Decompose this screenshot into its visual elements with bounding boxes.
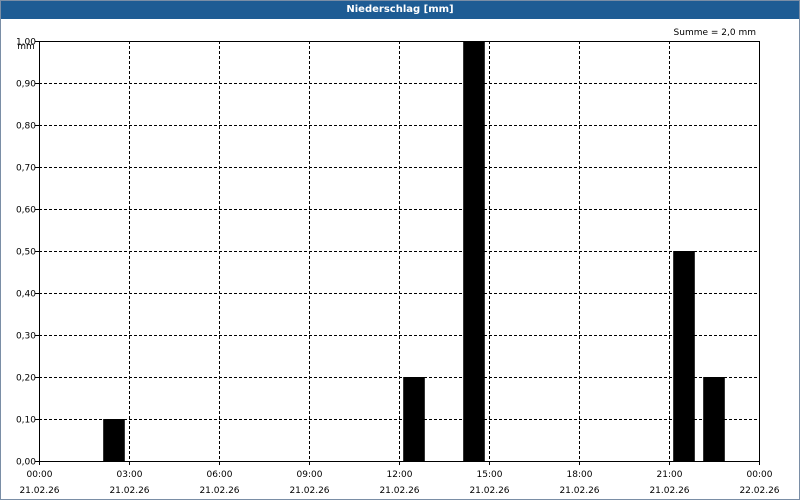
y-tick-label: 0,80 — [16, 122, 36, 132]
y-tick-label: 0,30 — [16, 332, 36, 342]
y-axis-unit-label: mm — [17, 42, 35, 52]
axes — [35, 41, 760, 465]
chart-window: Niederschlag [mm] 0,00 0,10 0,20 0,30 0,40 0,… — [0, 0, 800, 500]
x-tick-time-label: 06:00 — [207, 470, 233, 480]
x-tick-time-label: 12:00 — [387, 470, 413, 480]
x-tick-date-label: 21.02.26 — [199, 486, 239, 496]
precipitation-bar — [103, 419, 125, 461]
y-tick-label: 0,90 — [16, 80, 36, 90]
sum-annotation: Summe = 2,0 mm — [674, 28, 756, 38]
x-tick-time-label: 09:00 — [297, 470, 323, 480]
precipitation-bar — [463, 41, 485, 461]
axis-labels: 0,00 0,10 0,20 0,30 0,40 0,50 0,60 0,70 0,80 0,90… — [16, 38, 780, 497]
y-tick-label: 0,60 — [16, 206, 36, 216]
x-tick-date-label: 21.02.26 — [109, 486, 149, 496]
x-tick-date-label: 21.02.26 — [19, 486, 59, 496]
y-tick-label: 0,10 — [16, 416, 36, 426]
x-tick-date-label: 21.02.26 — [649, 486, 689, 496]
x-tick-time-label: 00:00 — [27, 470, 53, 480]
x-tick-date-label: 21.02.26 — [379, 486, 419, 496]
y-tick-label: 0,00 — [16, 458, 36, 468]
y-tick-label: 0,50 — [16, 248, 36, 258]
precipitation-bar — [673, 251, 695, 461]
x-tick-time-label: 03:00 — [117, 470, 143, 480]
y-tick-label: 0,20 — [16, 374, 36, 384]
x-tick-date-label: 21.02.26 — [469, 486, 509, 496]
x-tick-time-label: 21:00 — [657, 470, 683, 480]
grid-lines — [39, 41, 759, 461]
x-tick-date-label: 22.02.26 — [739, 486, 779, 496]
precipitation-chart: 0,00 0,10 0,20 0,30 0,40 0,50 0,60 0,70 0,80 0,90… — [16, 28, 780, 497]
precipitation-bar — [403, 377, 425, 461]
x-tick-date-label: 21.02.26 — [289, 486, 329, 496]
x-tick-time-label: 18:00 — [567, 470, 593, 480]
x-tick-time-label: 00:00 — [747, 470, 773, 480]
y-tick-label: 0,70 — [16, 164, 36, 174]
precipitation-bar — [703, 377, 725, 461]
x-tick-time-label: 15:00 — [477, 470, 503, 480]
y-tick-label: 0,40 — [16, 290, 36, 300]
x-tick-date-label: 21.02.26 — [559, 486, 599, 496]
